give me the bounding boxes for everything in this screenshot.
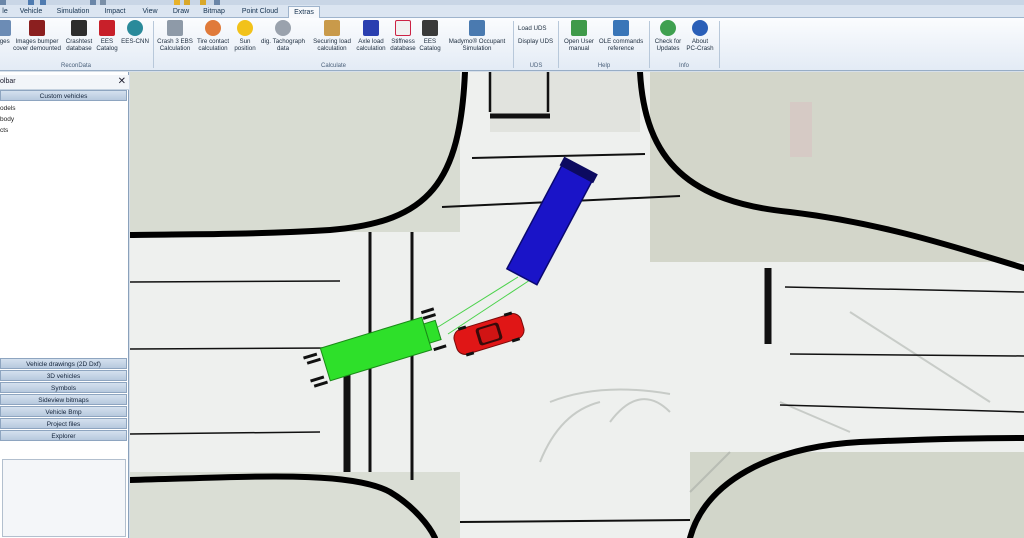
ees-catalog-button[interactable]: EES Catalog (95, 19, 119, 61)
user-manual-button[interactable]: Open User manual (562, 19, 596, 61)
ees-catalog-2-label: EES Catalog (419, 38, 441, 52)
axle-load-label: Axle load calculation (356, 38, 386, 52)
ribbon: ages Images bumper cover demounted Crash… (0, 18, 1024, 71)
images-bumper-button[interactable]: Images bumper cover demounted (12, 19, 62, 61)
group-help: Help (597, 63, 611, 69)
menu-tabs: le Vehicle Simulation Impact View Draw B… (0, 5, 1024, 19)
tire-contact-label: Tire contact calculation (196, 38, 230, 52)
images-label: ages (0, 38, 10, 45)
manual-icon (571, 20, 587, 36)
tree-item[interactable]: cts (0, 125, 16, 136)
ribbon-separator (649, 21, 650, 68)
tree-item[interactable]: odels (0, 103, 16, 114)
tab-impact[interactable]: Impact (102, 6, 128, 18)
category-vehicle-drawings[interactable]: Vehicle drawings (2D Dxf) (0, 358, 127, 369)
tab-file[interactable]: le (0, 6, 10, 18)
madymo-button[interactable]: Madymo® Occupant Simulation (443, 19, 511, 61)
brain-icon (127, 20, 143, 36)
tachograph-label: dig. Tachograph data (261, 38, 305, 52)
display-uds-button[interactable]: Display UDS (518, 38, 553, 45)
sun-position-button[interactable]: Sun position (233, 19, 257, 61)
category-symbols[interactable]: Symbols (0, 382, 127, 393)
ribbon-separator (513, 21, 514, 68)
group-uds: UDS (529, 63, 543, 69)
panel-header: olbar ✕ (0, 75, 129, 90)
tab-vehicle[interactable]: Vehicle (18, 6, 44, 18)
sun-position-label: Sun position (234, 38, 256, 52)
tab-view[interactable]: View (140, 6, 160, 18)
securing-load-label: Securing load calculation (313, 38, 351, 52)
group-calculate: Calculate (320, 63, 346, 69)
panel-title: olbar (0, 78, 16, 85)
crash3-ebs-button[interactable]: Crash 3 EBS Calculation (156, 19, 194, 61)
images-button[interactable]: ages (0, 19, 12, 61)
tachograph-icon (275, 20, 291, 36)
sun-icon (237, 20, 253, 36)
ole-commands-button[interactable]: OLE commands reference (596, 19, 646, 61)
sign-structure (790, 102, 812, 157)
car-catalog-icon (422, 20, 438, 36)
load-uds-button[interactable]: Load UDS (518, 25, 547, 32)
close-icon[interactable]: ✕ (118, 76, 126, 87)
tab-point-cloud[interactable]: Point Cloud (239, 6, 281, 18)
crash3-label: Crash 3 EBS Calculation (157, 38, 193, 52)
tab-bitmap[interactable]: Bitmap (200, 6, 228, 18)
madymo-label: Madymo® Occupant Simulation (448, 38, 506, 52)
grass-area-se (690, 452, 1024, 538)
grass-area-ne (650, 72, 1024, 262)
group-info: Info (678, 63, 689, 69)
tire-contact-button[interactable]: Tire contact calculation (194, 19, 232, 61)
calculator-icon (167, 20, 183, 36)
ees-cnn-label: EES-CNN (121, 38, 149, 45)
tachograph-button[interactable]: dig. Tachograph data (258, 19, 308, 61)
toolbar-panel: olbar ✕ Custom vehicles odels body cts V… (0, 72, 129, 538)
load-icon (324, 20, 340, 36)
tab-simulation[interactable]: Simulation (55, 6, 91, 18)
check-updates-label: Check for Updates (654, 38, 682, 52)
category-sideview-bitmaps[interactable]: Sideview bitmaps (0, 394, 127, 405)
building-roof (490, 72, 640, 132)
ribbon-separator (719, 21, 720, 68)
axle-icon (363, 20, 379, 36)
crashtest-icon (71, 20, 87, 36)
update-icon (660, 20, 676, 36)
ribbon-separator (153, 21, 154, 68)
about-label: About PC-Crash (686, 38, 714, 52)
ees-catalog-2-button[interactable]: EES Catalog (418, 19, 442, 61)
user-manual-label: Open User manual (564, 38, 594, 52)
tab-draw[interactable]: Draw (170, 6, 192, 18)
catalog-icon (99, 20, 115, 36)
book-icon (613, 20, 629, 36)
ees-catalog-label: EES Catalog (96, 38, 118, 52)
crashtest-label: Crashtest database (65, 38, 93, 52)
preview-area (2, 459, 126, 537)
image-icon (0, 20, 11, 36)
ribbon-separator (558, 21, 559, 68)
vehicle-tree: odels body cts (0, 103, 16, 136)
scene-svg (130, 72, 1024, 538)
group-recondata: ReconData (60, 63, 92, 69)
tire-icon (205, 20, 221, 36)
category-explorer[interactable]: Explorer (0, 430, 127, 441)
category-project-files[interactable]: Project files (0, 418, 127, 429)
crashtest-database-button[interactable]: Crashtest database (64, 19, 94, 61)
bumper-icon (29, 20, 45, 36)
category-3d-vehicles[interactable]: 3D vehicles (0, 370, 127, 381)
ees-cnn-button[interactable]: EES-CNN (120, 19, 150, 61)
check-updates-button[interactable]: Check for Updates (652, 19, 684, 61)
stiffness-database-button[interactable]: Stiffness database (388, 19, 418, 61)
occupant-icon (469, 20, 485, 36)
about-button[interactable]: About PC-Crash (684, 19, 716, 61)
securing-load-button[interactable]: Securing load calculation (309, 19, 355, 61)
ole-commands-label: OLE commands reference (598, 38, 644, 52)
images-bumper-label: Images bumper cover demounted (13, 38, 61, 52)
chart-icon (395, 20, 411, 36)
info-icon (692, 20, 708, 36)
category-custom-vehicles[interactable]: Custom vehicles (0, 90, 127, 101)
category-vehicle-bmp[interactable]: Vehicle Bmp (0, 406, 127, 417)
drawing-canvas[interactable] (130, 72, 1024, 538)
tree-item[interactable]: body (0, 114, 16, 125)
stiffness-label: Stiffness database (390, 38, 416, 52)
axle-load-button[interactable]: Axle load calculation (355, 19, 387, 61)
